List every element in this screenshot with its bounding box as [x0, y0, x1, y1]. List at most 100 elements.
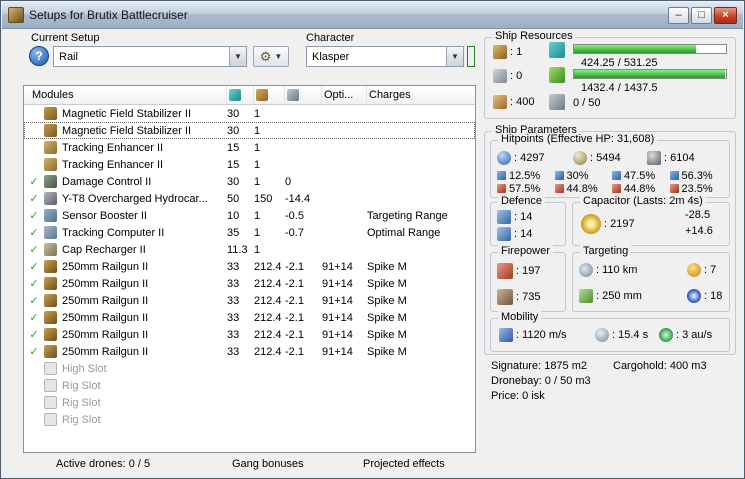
module-cpu-value: 33	[227, 260, 240, 273]
align-time-icon	[595, 328, 609, 342]
character-label: Character	[306, 32, 355, 44]
module-name: 250mm Railgun II	[62, 260, 149, 273]
max-targets-icon	[687, 263, 701, 277]
character-select-value: Klasper	[312, 50, 350, 63]
sensor-strength-icon	[687, 289, 701, 303]
volley-value: 735	[516, 291, 540, 303]
projected-effects-panel[interactable]: Projected effects	[363, 458, 445, 470]
tank-icon	[497, 227, 511, 241]
module-pg-value: 212.4	[254, 260, 282, 273]
table-row[interactable]: Rig Slot	[24, 377, 475, 394]
active-drones-panel[interactable]: Active drones: 0 / 5	[56, 458, 150, 470]
modules-column-header[interactable]: Modules	[24, 86, 227, 104]
table-row[interactable]: ✓ Sensor Booster II 10 1 -0.5 Targeting Range	[24, 207, 475, 224]
maximize-button[interactable]: □	[691, 6, 712, 24]
capacitor-column-header[interactable]	[285, 86, 322, 104]
table-row[interactable]: Tracking Enhancer II 15 1	[24, 139, 475, 156]
explosive-resist-cell: 56.3% 23.5%	[669, 169, 728, 195]
module-active-check-icon: ✓	[29, 278, 39, 290]
table-row[interactable]: ✓ 250mm Railgun II 33 212.4 -2.1 91+14 Spike M	[24, 326, 475, 343]
module-icon	[44, 362, 62, 375]
setup-select[interactable]: Rail ▼	[53, 46, 247, 67]
table-row[interactable]: ✓ 250mm Railgun II 33 212.4 -2.1 91+14 Spike M	[24, 309, 475, 326]
optimal-column-header[interactable]: Opti...	[322, 86, 367, 104]
kinetic-resist-cell: 47.5% 44.8%	[612, 169, 670, 195]
table-row[interactable]: Tracking Enhancer II 15 1	[24, 156, 475, 173]
targeting-range-value: 110 km	[596, 264, 637, 276]
structure-hp-value: 6104	[664, 152, 694, 164]
max-targets-stat: 7	[687, 263, 716, 277]
module-cpu-value: 33	[227, 311, 240, 324]
calibration-stat: 400	[493, 95, 534, 109]
mwd-icon	[44, 192, 57, 205]
table-row[interactable]: ✓ 250mm Railgun II 33 212.4 -2.1 91+14 Spike M	[24, 275, 475, 292]
railgun-icon	[44, 294, 57, 307]
setup-tools-button[interactable]: ⚙ ▼	[253, 46, 289, 67]
module-pg-value: 212.4	[254, 277, 282, 290]
module-icon	[44, 124, 62, 137]
help-button[interactable]: ?	[29, 46, 49, 66]
shield-kinetic-resist: 47.5%	[624, 169, 656, 182]
module-cpu-value: 11.3	[227, 243, 248, 256]
module-cpu-value: 30	[227, 124, 240, 137]
turret-hardpoints-stat: 1	[493, 45, 522, 59]
table-row[interactable]: Rig Slot	[24, 394, 475, 411]
cpu-icon	[229, 89, 241, 101]
warp-speed-value: 3 au/s	[676, 329, 712, 341]
price-stat: Price: 0 isk	[491, 390, 545, 402]
table-row[interactable]: ✓ 250mm Railgun II 33 212.4 -2.1 91+14 Spike M	[24, 292, 475, 309]
powergrid-bar	[573, 69, 727, 79]
minimize-button[interactable]: –	[668, 6, 689, 24]
shield-resist-icon	[669, 171, 679, 180]
tracking-icon	[44, 141, 57, 154]
powergrid-column-header[interactable]	[254, 86, 285, 104]
targeting-range-stat: 110 km	[579, 263, 637, 277]
table-row[interactable]: ✓ Tracking Computer II 35 1 -0.7 Optimal Rang…	[24, 224, 475, 241]
armor-resist-icon	[554, 184, 564, 193]
table-row[interactable]: High Slot	[24, 360, 475, 377]
module-charge-value: Spike M	[367, 277, 407, 290]
table-row[interactable]: ✓ 250mm Railgun II 33 212.4 -2.1 91+14 Spike M	[24, 258, 475, 275]
module-cpu-value: 33	[227, 345, 240, 358]
window-title: Setups for Brutix Battlecruiser	[29, 8, 188, 22]
highslot-icon	[44, 362, 57, 375]
module-icon	[44, 175, 62, 188]
powergrid-icon	[256, 89, 268, 101]
module-icon	[44, 396, 62, 409]
shield-hp-stat: 4297	[497, 151, 545, 165]
module-icon	[44, 107, 62, 120]
charges-column-header[interactable]: Charges	[367, 86, 475, 104]
defence-stat-2: 14	[497, 227, 532, 241]
titlebar[interactable]: Setups for Brutix Battlecruiser – □ ×	[2, 2, 743, 29]
dronebay-stat: Dronebay: 0 / 50 m3	[491, 375, 591, 387]
module-cpu-value: 50	[227, 192, 240, 205]
powergrid-icon	[549, 67, 565, 83]
table-row[interactable]: Magnetic Field Stabilizer II 30 1	[24, 122, 475, 139]
module-name: 250mm Railgun II	[62, 311, 149, 324]
module-charge-value: Spike M	[367, 328, 407, 341]
table-row[interactable]: Rig Slot	[24, 411, 475, 428]
close-button[interactable]: ×	[714, 6, 737, 24]
gang-bonuses-panel[interactable]: Gang bonuses	[232, 458, 304, 470]
rigslot-icon	[44, 396, 57, 409]
module-active-check-icon: ✓	[29, 346, 39, 358]
hitpoints-group: Hitpoints (Effective HP: 31,608) 4297 54…	[490, 133, 730, 198]
modules-table-header: Modules Opti... Charges	[24, 86, 475, 105]
signature-stat: Signature: 1875 m2	[491, 360, 588, 372]
volley-icon	[497, 289, 513, 305]
module-cpu-value: 15	[227, 158, 240, 171]
cpu-column-header[interactable]	[227, 86, 254, 104]
table-row[interactable]: ✓ 250mm Railgun II 33 212.4 -2.1 91+14 Spike M	[24, 343, 475, 360]
table-row[interactable]: ✓ Damage Control II 30 1 0	[24, 173, 475, 190]
table-row[interactable]: ✓ Cap Recharger II 11.3 1	[24, 241, 475, 258]
chevron-down-icon[interactable]: ▼	[446, 47, 463, 66]
table-row[interactable]: ✓ Y-T8 Overcharged Hydrocar... 50 150 -14.4	[24, 190, 475, 207]
module-icon	[44, 311, 62, 324]
module-name: Cap Recharger II	[62, 243, 146, 256]
chevron-down-icon[interactable]: ▼	[229, 47, 246, 66]
targeting-range-icon	[579, 263, 593, 277]
module-optimal-value: 91+14	[322, 277, 353, 290]
character-select[interactable]: Klasper ▼	[306, 46, 464, 67]
table-row[interactable]: Magnetic Field Stabilizer II 30 1	[24, 105, 475, 122]
railgun-icon	[44, 277, 57, 290]
